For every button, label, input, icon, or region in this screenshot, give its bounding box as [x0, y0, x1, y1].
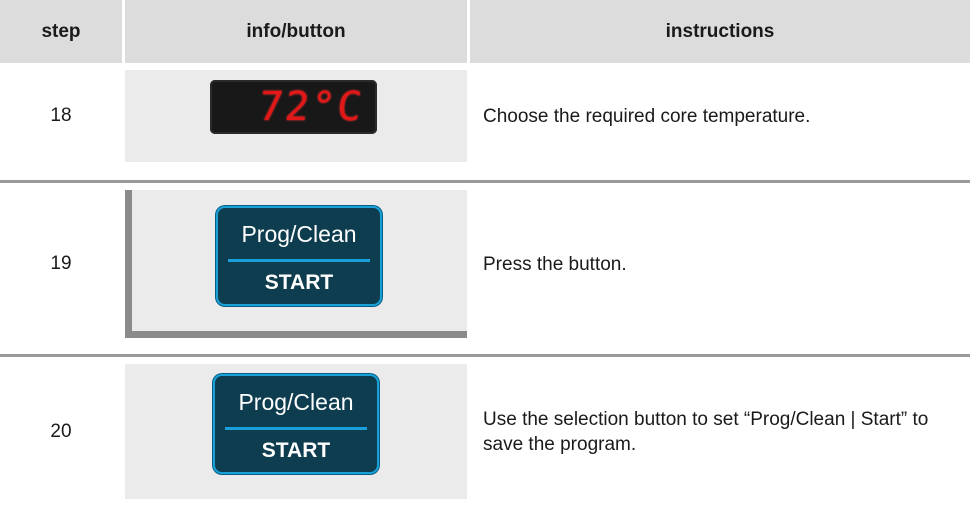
info-cell: 72°C [125, 70, 467, 162]
row-divider [0, 180, 970, 183]
frame-edge [125, 331, 467, 338]
prog-clean-start-button[interactable]: Prog/Clean START [216, 206, 382, 306]
prog-clean-start-button[interactable]: Prog/Clean START [213, 374, 379, 474]
instruction-text: Use the selection button to set “Prog/Cl… [483, 408, 929, 455]
step-number: 18 [50, 105, 72, 126]
row-divider [0, 354, 970, 357]
header-info-button: info/button [125, 0, 467, 63]
temperature-display: 72°C [210, 80, 377, 134]
info-cell: Prog/Clean START [125, 364, 467, 499]
step-number: 19 [50, 253, 72, 274]
start-label: START [261, 439, 331, 462]
header-instructions: instructions [470, 0, 970, 63]
frame-edge [125, 190, 132, 338]
instruction-text: Press the button. [483, 253, 627, 275]
button-separator [228, 259, 370, 262]
step-number: 20 [50, 420, 72, 442]
instruction-text: Choose the required core temperature. [483, 105, 811, 127]
prog-clean-label: Prog/Clean [241, 221, 357, 247]
header-step: step [0, 0, 122, 63]
button-separator [225, 427, 367, 430]
info-cell: Prog/Clean START [125, 190, 467, 338]
start-label: START [264, 271, 334, 294]
prog-clean-label: Prog/Clean [238, 389, 354, 415]
temperature-value: 72°C [256, 84, 366, 130]
